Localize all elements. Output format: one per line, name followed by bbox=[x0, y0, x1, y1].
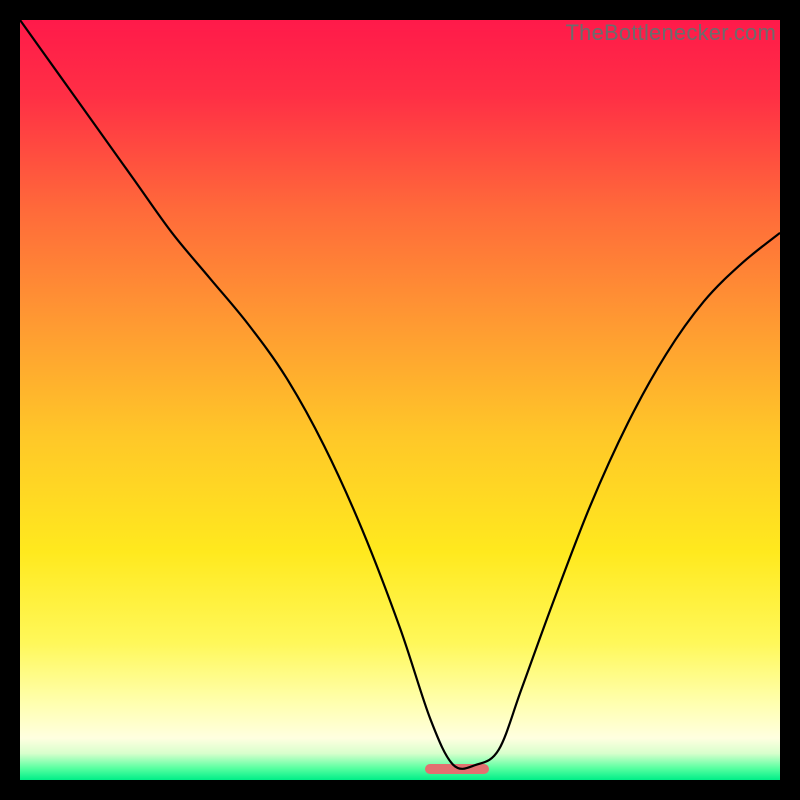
watermark-text: TheBottlenecker.com bbox=[566, 20, 776, 46]
bottleneck-curve bbox=[20, 20, 780, 780]
plot-frame: TheBottlenecker.com bbox=[20, 20, 780, 780]
